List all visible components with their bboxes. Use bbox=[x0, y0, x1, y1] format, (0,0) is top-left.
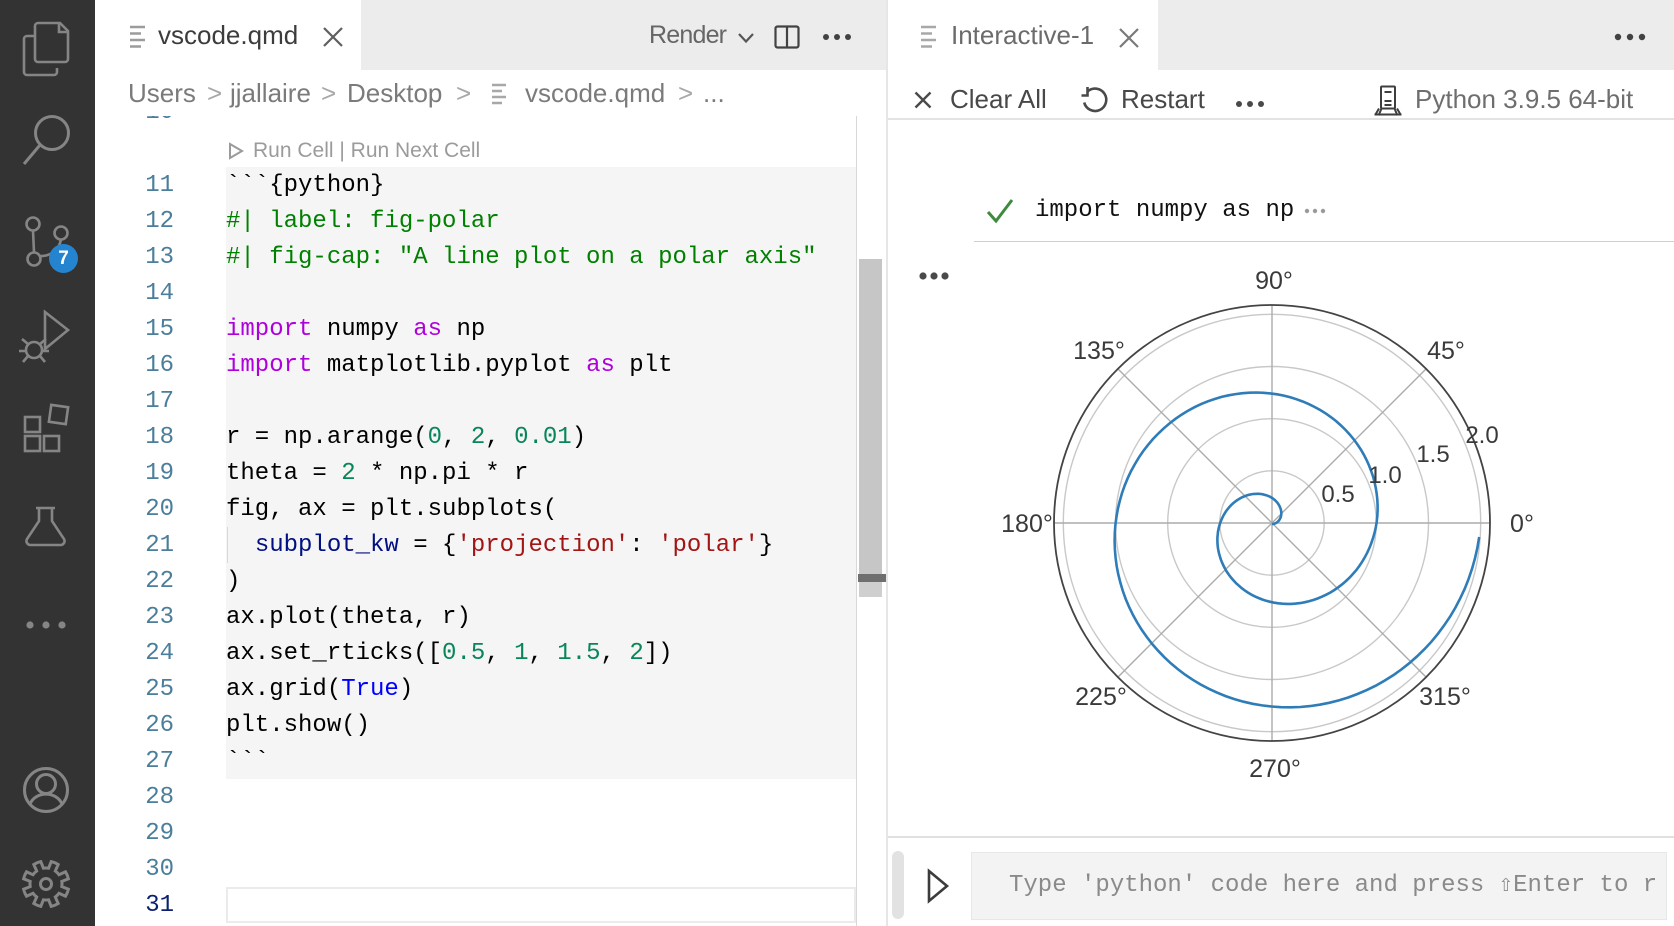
svg-text:270°: 270° bbox=[1249, 755, 1301, 783]
svg-text:1.5: 1.5 bbox=[1416, 441, 1449, 468]
svg-text:0°: 0° bbox=[1510, 510, 1534, 538]
svg-text:90°: 90° bbox=[1255, 267, 1293, 295]
svg-text:1.0: 1.0 bbox=[1368, 462, 1401, 489]
svg-text:225°: 225° bbox=[1075, 683, 1127, 711]
svg-text:135°: 135° bbox=[1073, 337, 1125, 365]
svg-text:315°: 315° bbox=[1419, 683, 1471, 711]
svg-text:0.5: 0.5 bbox=[1321, 481, 1354, 508]
svg-text:2.0: 2.0 bbox=[1465, 422, 1498, 449]
svg-text:180°: 180° bbox=[1001, 510, 1053, 538]
svg-text:45°: 45° bbox=[1427, 337, 1465, 365]
